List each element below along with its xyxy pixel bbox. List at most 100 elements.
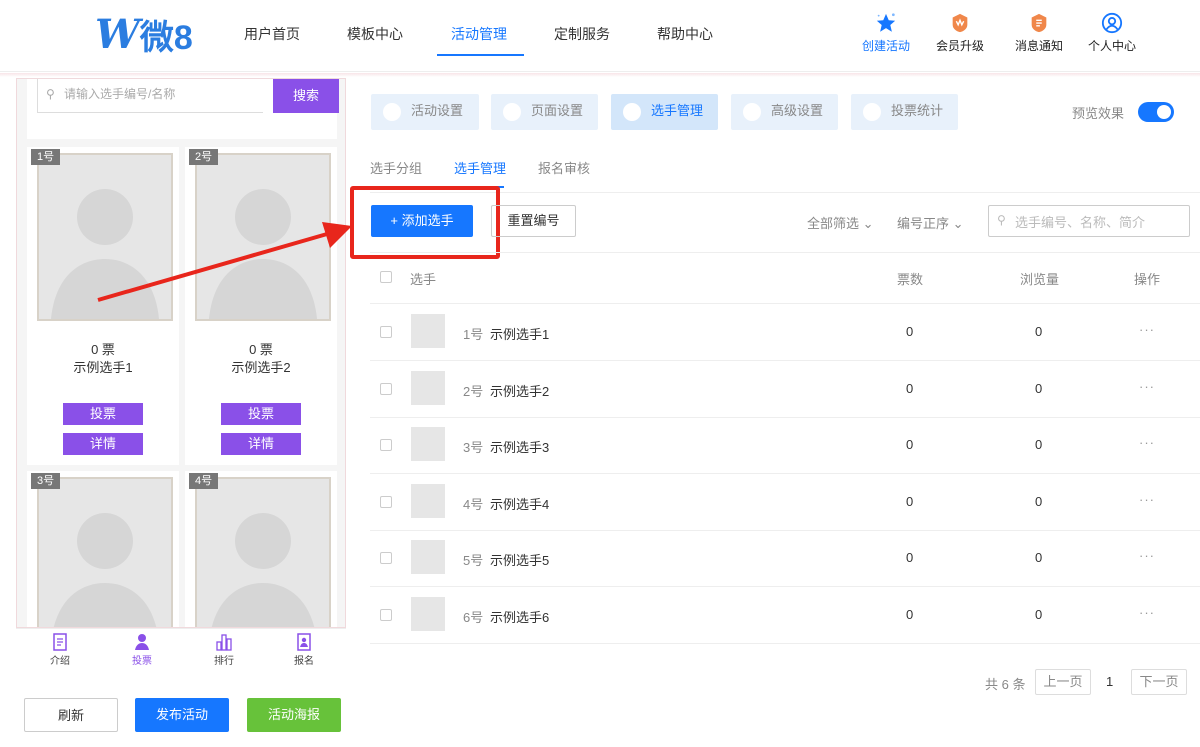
preview-search-input[interactable]: ⚲ 请输入选手编号/名称	[37, 79, 263, 113]
tab-page-settings[interactable]: 页面设置	[491, 94, 598, 130]
preview-search-bar: ⚲ 请输入选手编号/名称 搜索	[27, 79, 339, 139]
tab-vote[interactable]: 投票	[112, 633, 172, 667]
row-votes: 0	[906, 493, 914, 509]
tab-activity-settings[interactable]: 活动设置	[371, 94, 479, 130]
row-player-number: 3号	[463, 440, 484, 455]
tab-ranking[interactable]: 排行	[194, 633, 254, 667]
row-checkbox[interactable]	[380, 382, 392, 395]
nav-activity-management[interactable]: 活动管理	[451, 24, 507, 44]
create-activity-button[interactable]: 创建活动	[856, 12, 916, 54]
player-votes: 0 票	[91, 342, 115, 357]
vote-button[interactable]: 投票	[221, 403, 301, 425]
player-number-badge: 2号	[189, 149, 219, 165]
profile-button[interactable]: 个人中心	[1082, 12, 1142, 54]
player-thumbnail	[411, 483, 445, 518]
row-checkbox[interactable]	[380, 608, 392, 621]
prev-page-button[interactable]: 上一页	[1035, 669, 1091, 695]
row-checkbox[interactable]	[380, 326, 392, 338]
vip-upgrade-label: 会员升级	[935, 39, 984, 53]
logo-letter: W	[95, 10, 140, 58]
row-player-number: 2号	[463, 383, 484, 399]
subtab-signup-review[interactable]: 报名审核	[538, 158, 590, 177]
logo-text: 微8	[139, 18, 193, 57]
refresh-button[interactable]: 刷新	[24, 698, 118, 732]
placeholder-avatar-icon	[51, 189, 159, 319]
tab-ranking-label: 排行	[214, 656, 234, 667]
mobile-preview: ⚲ 请输入选手编号/名称 搜索 1号 0 票 示例选手1 投票 详情 2号 0 …	[16, 78, 346, 628]
more-actions-icon[interactable]: ···	[1139, 605, 1155, 620]
chevron-down-icon: ⌄	[862, 216, 874, 231]
row-votes: 0	[906, 324, 914, 339]
header-divider	[0, 73, 1200, 77]
tab-vote-stats[interactable]: 投票统计	[851, 94, 958, 130]
preview-search-button[interactable]: 搜索	[273, 79, 339, 113]
subtab-player-groups[interactable]: 选手分组	[370, 158, 422, 177]
placeholder-avatar-icon	[211, 513, 315, 627]
row-checkbox[interactable]	[380, 552, 392, 564]
more-actions-icon[interactable]: ···	[1139, 322, 1155, 337]
more-actions-icon[interactable]: ···	[1139, 435, 1155, 450]
create-activity-label: 创建活动	[861, 39, 910, 53]
notifications-label: 消息通知	[1014, 39, 1063, 53]
more-actions-icon[interactable]: ···	[1139, 379, 1155, 394]
player-photo	[195, 153, 331, 321]
percent-icon	[743, 103, 761, 121]
player-card: 3号	[27, 471, 179, 627]
nav-help-center[interactable]: 帮助中心	[657, 24, 713, 44]
player-photo	[195, 477, 331, 627]
details-button[interactable]: 详情	[221, 433, 301, 455]
nav-template-center[interactable]: 模板中心	[347, 24, 403, 44]
more-actions-icon[interactable]: ···	[1139, 492, 1155, 507]
filter-all-dropdown[interactable]: 全部筛选 ⌄	[807, 213, 874, 232]
more-actions-icon[interactable]: ···	[1139, 548, 1155, 563]
nav-active-underline	[437, 54, 524, 56]
row-player-number: 6号	[463, 609, 484, 625]
tab-intro[interactable]: 介绍	[30, 633, 90, 667]
row-votes: 0	[906, 437, 914, 452]
details-button[interactable]: 详情	[63, 433, 143, 455]
row-votes: 0	[906, 380, 914, 396]
row-player-name: 示例选手2	[490, 383, 550, 399]
player-thumbnail	[411, 427, 445, 461]
tab-advanced-settings[interactable]: 高级设置	[731, 94, 838, 130]
activity-poster-button[interactable]: 活动海报	[247, 698, 341, 732]
player-votes: 0 票	[249, 342, 273, 357]
header-ops: 操作	[1134, 272, 1161, 287]
logo[interactable]: W 微8	[95, 11, 193, 58]
placeholder-avatar-icon	[209, 189, 317, 319]
table-row: 6号 示例选手6 0 0 ···	[370, 587, 1200, 644]
page-icon	[503, 103, 521, 121]
player-thumbnail	[411, 370, 445, 405]
row-checkbox[interactable]	[380, 495, 392, 508]
star-icon	[876, 13, 896, 32]
tab-player-management[interactable]: 选手管理	[611, 94, 718, 130]
user-circle-icon	[1101, 12, 1123, 34]
tab-intro-label: 介绍	[50, 656, 70, 667]
table-header: 选手 票数 浏览量 操作	[370, 252, 1200, 304]
row-player-name: 示例选手5	[490, 553, 550, 568]
search-icon: ⚲	[997, 213, 1006, 227]
signup-icon	[297, 633, 311, 651]
current-page[interactable]: 1	[1106, 674, 1113, 689]
subtab-player-management[interactable]: 选手管理	[454, 158, 506, 177]
nav-home[interactable]: 用户首页	[244, 24, 300, 44]
player-search-input[interactable]: ⚲ 选手编号、名称、简介	[988, 205, 1190, 237]
next-page-button[interactable]: 下一页	[1131, 669, 1187, 695]
tab-signup[interactable]: 报名	[274, 633, 334, 667]
preview-toggle[interactable]	[1138, 102, 1174, 122]
row-checkbox[interactable]	[380, 439, 392, 451]
notifications-button[interactable]: 消息通知	[1009, 12, 1069, 54]
chart-icon	[863, 103, 881, 121]
tab-page-settings-label: 页面设置	[531, 103, 584, 118]
publish-activity-button[interactable]: 发布活动	[135, 698, 229, 732]
top-navbar: W 微8 用户首页 模板中心 活动管理 定制服务 帮助中心 创建活动 会员升级 …	[0, 0, 1200, 72]
vip-upgrade-button[interactable]: 会员升级	[930, 12, 990, 54]
row-player-name: 示例选手3	[490, 440, 550, 455]
nav-custom-service[interactable]: 定制服务	[554, 24, 610, 44]
reset-numbering-button[interactable]: 重置编号	[491, 205, 576, 237]
select-all-checkbox[interactable]	[380, 271, 392, 283]
vote-button[interactable]: 投票	[63, 403, 143, 425]
header-views: 浏览量	[1020, 272, 1060, 287]
preview-search-placeholder: 请输入选手编号/名称	[64, 87, 176, 101]
sort-dropdown[interactable]: 编号正序 ⌄	[897, 213, 964, 232]
